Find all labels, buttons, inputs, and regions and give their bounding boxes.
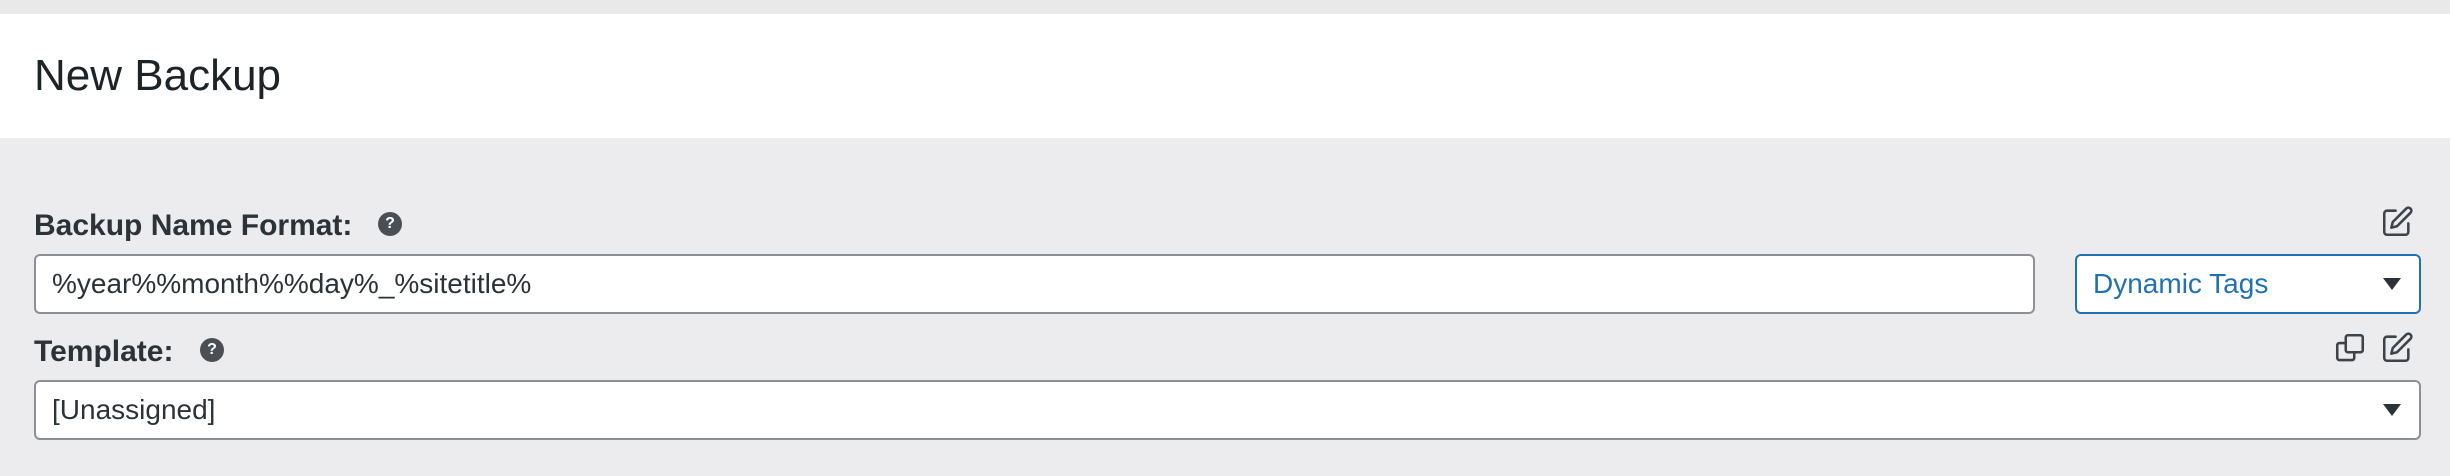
chevron-down-icon	[2383, 278, 2401, 290]
top-strip	[0, 0, 2450, 14]
backup-form: Backup Name Format: ? %year%%month%%day%…	[0, 138, 2450, 476]
template-selected-value: [Unassigned]	[52, 394, 216, 425]
dynamic-tags-select[interactable]: Dynamic Tags	[2075, 254, 2421, 314]
page-header: New Backup	[0, 14, 2450, 138]
edit-icon[interactable]	[2380, 205, 2414, 239]
edit-icon[interactable]	[2380, 331, 2414, 365]
question-circle-icon[interactable]: ?	[378, 212, 402, 236]
page-title: New Backup	[34, 51, 282, 100]
question-circle-icon[interactable]: ?	[200, 338, 224, 362]
chevron-down-icon	[2383, 404, 2401, 416]
copy-icon[interactable]	[2333, 331, 2367, 365]
dynamic-tags-label: Dynamic Tags	[2093, 268, 2269, 299]
template-label: Template:	[34, 335, 174, 368]
backup-name-input[interactable]: %year%%month%%day%_%sitetitle%	[34, 254, 2035, 314]
template-select[interactable]: [Unassigned]	[34, 380, 2421, 440]
backup-name-label: Backup Name Format:	[34, 209, 353, 242]
